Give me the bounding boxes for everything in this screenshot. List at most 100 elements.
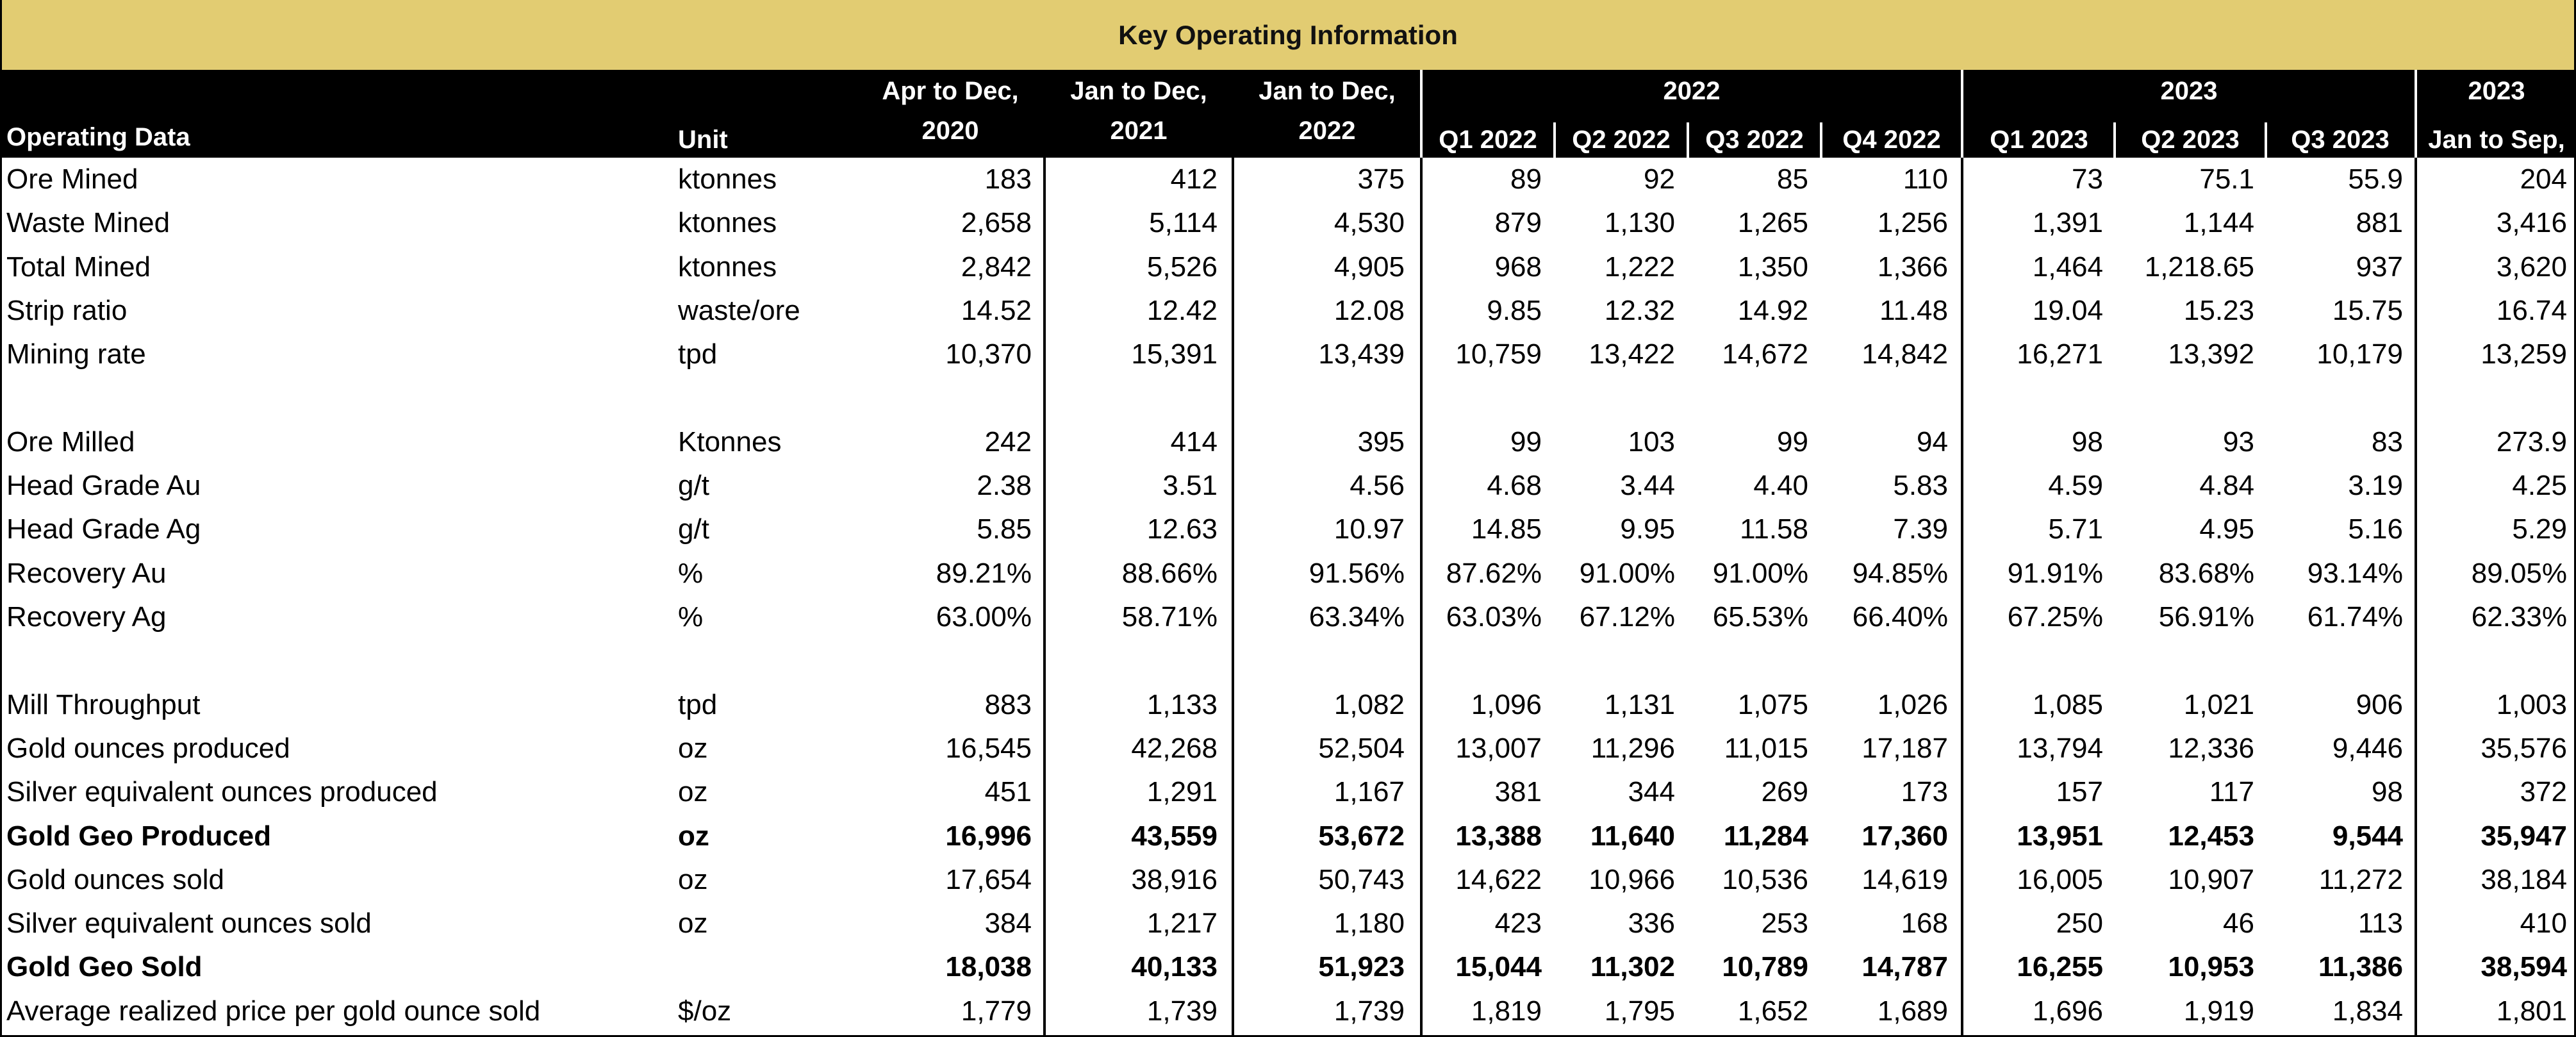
header-divider	[1553, 122, 1556, 158]
row-value: 16,545	[945, 732, 1032, 764]
row-value: 12,453	[2168, 820, 2254, 852]
row-value: 381	[1494, 776, 1542, 808]
row-value: 1,075	[1737, 688, 1808, 720]
row-value: 883	[984, 688, 1032, 720]
row-value: 1,801	[2496, 995, 2567, 1027]
row-value: 98	[2072, 426, 2103, 458]
row-value: 99	[1777, 426, 1808, 458]
row-value: 1,350	[1737, 251, 1808, 283]
header-operating-data: Operating Data	[6, 123, 190, 151]
row-unit: ktonnes	[678, 251, 777, 283]
row-unit: tpd	[678, 688, 718, 720]
row-value: 9.95	[1620, 513, 1675, 545]
header-jan-dec-2021-line1: Jan to Dec,	[1070, 77, 1207, 105]
row-value: 83.68%	[2158, 557, 2254, 589]
row-value: 1,779	[961, 995, 1032, 1027]
row-value: 13,392	[2168, 338, 2254, 370]
row-value: 19.04	[2032, 294, 2103, 326]
row-value: 67.12%	[1579, 601, 1675, 633]
row-value: 9,446	[2332, 732, 2403, 764]
row-value: 13,422	[1589, 338, 1675, 370]
row-label: Ore Milled	[6, 426, 135, 458]
table-row: Total Mined ktonnes 2,842 5,526 4,905 968 1,22…	[0, 245, 2576, 289]
row-value: 1,217	[1146, 908, 1218, 940]
row-value: 12,336	[2168, 732, 2254, 764]
column-divider	[1232, 158, 1234, 1037]
row-value: 384	[984, 908, 1032, 940]
row-value: 344	[1628, 776, 1675, 808]
row-value: 906	[2356, 688, 2403, 720]
row-value: 4.84	[2199, 470, 2254, 502]
header-group-2023: 2023	[2160, 77, 2218, 105]
row-value: 412	[1170, 163, 1218, 195]
row-value: 10,907	[2168, 863, 2254, 895]
row-value: 1,834	[2332, 995, 2403, 1027]
row-value: 12.08	[1333, 294, 1405, 326]
row-value: 13,439	[1318, 338, 1405, 370]
row-value: 4.68	[1487, 470, 1542, 502]
row-value: 4,530	[1333, 207, 1405, 239]
row-value: 42,268	[1131, 732, 1218, 764]
row-value: 56.91%	[2158, 601, 2254, 633]
row-value: 65.53%	[1712, 601, 1808, 633]
table-row: Silver equivalent ounces sold oz 384 1,217 1…	[0, 902, 2576, 945]
table-body: Ore Mined ktonnes 183 412 375 89 92 85 110 73 75.1…	[0, 158, 2576, 1036]
row-value: 1,739	[1146, 995, 1218, 1027]
row-value: 13,951	[2017, 820, 2103, 852]
row-value: 5,114	[1149, 207, 1218, 239]
row-value: 11,272	[2318, 863, 2403, 895]
row-value: 13,259	[2481, 338, 2567, 370]
row-unit: waste/ore	[678, 294, 800, 326]
row-value: 1,464	[2032, 251, 2103, 283]
row-value: 1,919	[2183, 995, 2254, 1027]
row-value: 43,559	[1131, 820, 1218, 852]
row-value: 117	[2209, 776, 2254, 808]
row-value: 67.25%	[2007, 601, 2103, 633]
operating-info-table: Key Operating Information Operating Data…	[0, 0, 2576, 1037]
row-value: 1,689	[1877, 995, 1948, 1027]
row-value: 1,218.65	[2144, 251, 2254, 283]
row-value: 1,131	[1604, 688, 1675, 720]
table-row: Head Grade Ag g/t 5.85 12.63 10.97 14.85 9.95 1…	[0, 508, 2576, 551]
row-value: 14,619	[1862, 863, 1948, 895]
row-value: 17,187	[1862, 732, 1948, 764]
row-value: 881	[2356, 207, 2403, 239]
row-value: 3.19	[2348, 470, 2403, 502]
row-value: 250	[2056, 908, 2103, 940]
row-value: 1,167	[1333, 776, 1405, 808]
row-value: 58.71%	[1121, 601, 1218, 633]
row-value: 395	[1357, 426, 1405, 458]
row-value: 12.63	[1146, 513, 1218, 545]
row-unit: ktonnes	[678, 207, 777, 239]
table-row: Gold Geo Sold 18,038 40,133 51,923 15,044 11,…	[0, 945, 2576, 989]
row-label: Head Grade Au	[6, 470, 201, 502]
row-value: 89.05%	[2471, 557, 2567, 589]
row-unit: oz	[678, 820, 709, 852]
table-row: Head Grade Au g/t 2.38 3.51 4.56 4.68 3.44 4.40…	[0, 464, 2576, 508]
row-label: Silver equivalent ounces sold	[6, 908, 372, 940]
table-row: Silver equivalent ounces produced oz 451 1,…	[0, 770, 2576, 814]
row-label: Ore Mined	[6, 163, 138, 195]
row-value: 73	[2072, 163, 2103, 195]
row-value: 11,015	[1724, 732, 1808, 764]
row-label: Mining rate	[6, 338, 146, 370]
header-divider	[2113, 122, 2116, 158]
table-row: Ore Mined ktonnes 183 412 375 89 92 85 110 73 75.1…	[0, 158, 2576, 201]
row-value: 75.1	[2199, 163, 2254, 195]
row-value: 1,085	[2032, 688, 2103, 720]
row-value: 1,133	[1146, 688, 1218, 720]
row-unit: g/t	[678, 470, 709, 502]
row-value: 1,795	[1604, 995, 1675, 1027]
row-value: 9,544	[2332, 820, 2403, 852]
row-value: 4.40	[1753, 470, 1808, 502]
table-row: Waste Mined ktonnes 2,658 5,114 4,530 879 1,13…	[0, 201, 2576, 245]
row-value: 5,526	[1146, 251, 1218, 283]
header-apr-dec-2020-line1: Apr to Dec,	[882, 77, 1019, 105]
row-unit: %	[678, 557, 704, 589]
row-unit: $/oz	[678, 995, 732, 1027]
row-value: 204	[2520, 163, 2567, 195]
row-value: 372	[2520, 776, 2567, 808]
table-row	[0, 377, 2576, 420]
row-value: 11,640	[1590, 820, 1675, 852]
table-row: Ore Milled Ktonnes 242 414 395 99 103 99 94 98 93 8…	[0, 420, 2576, 464]
